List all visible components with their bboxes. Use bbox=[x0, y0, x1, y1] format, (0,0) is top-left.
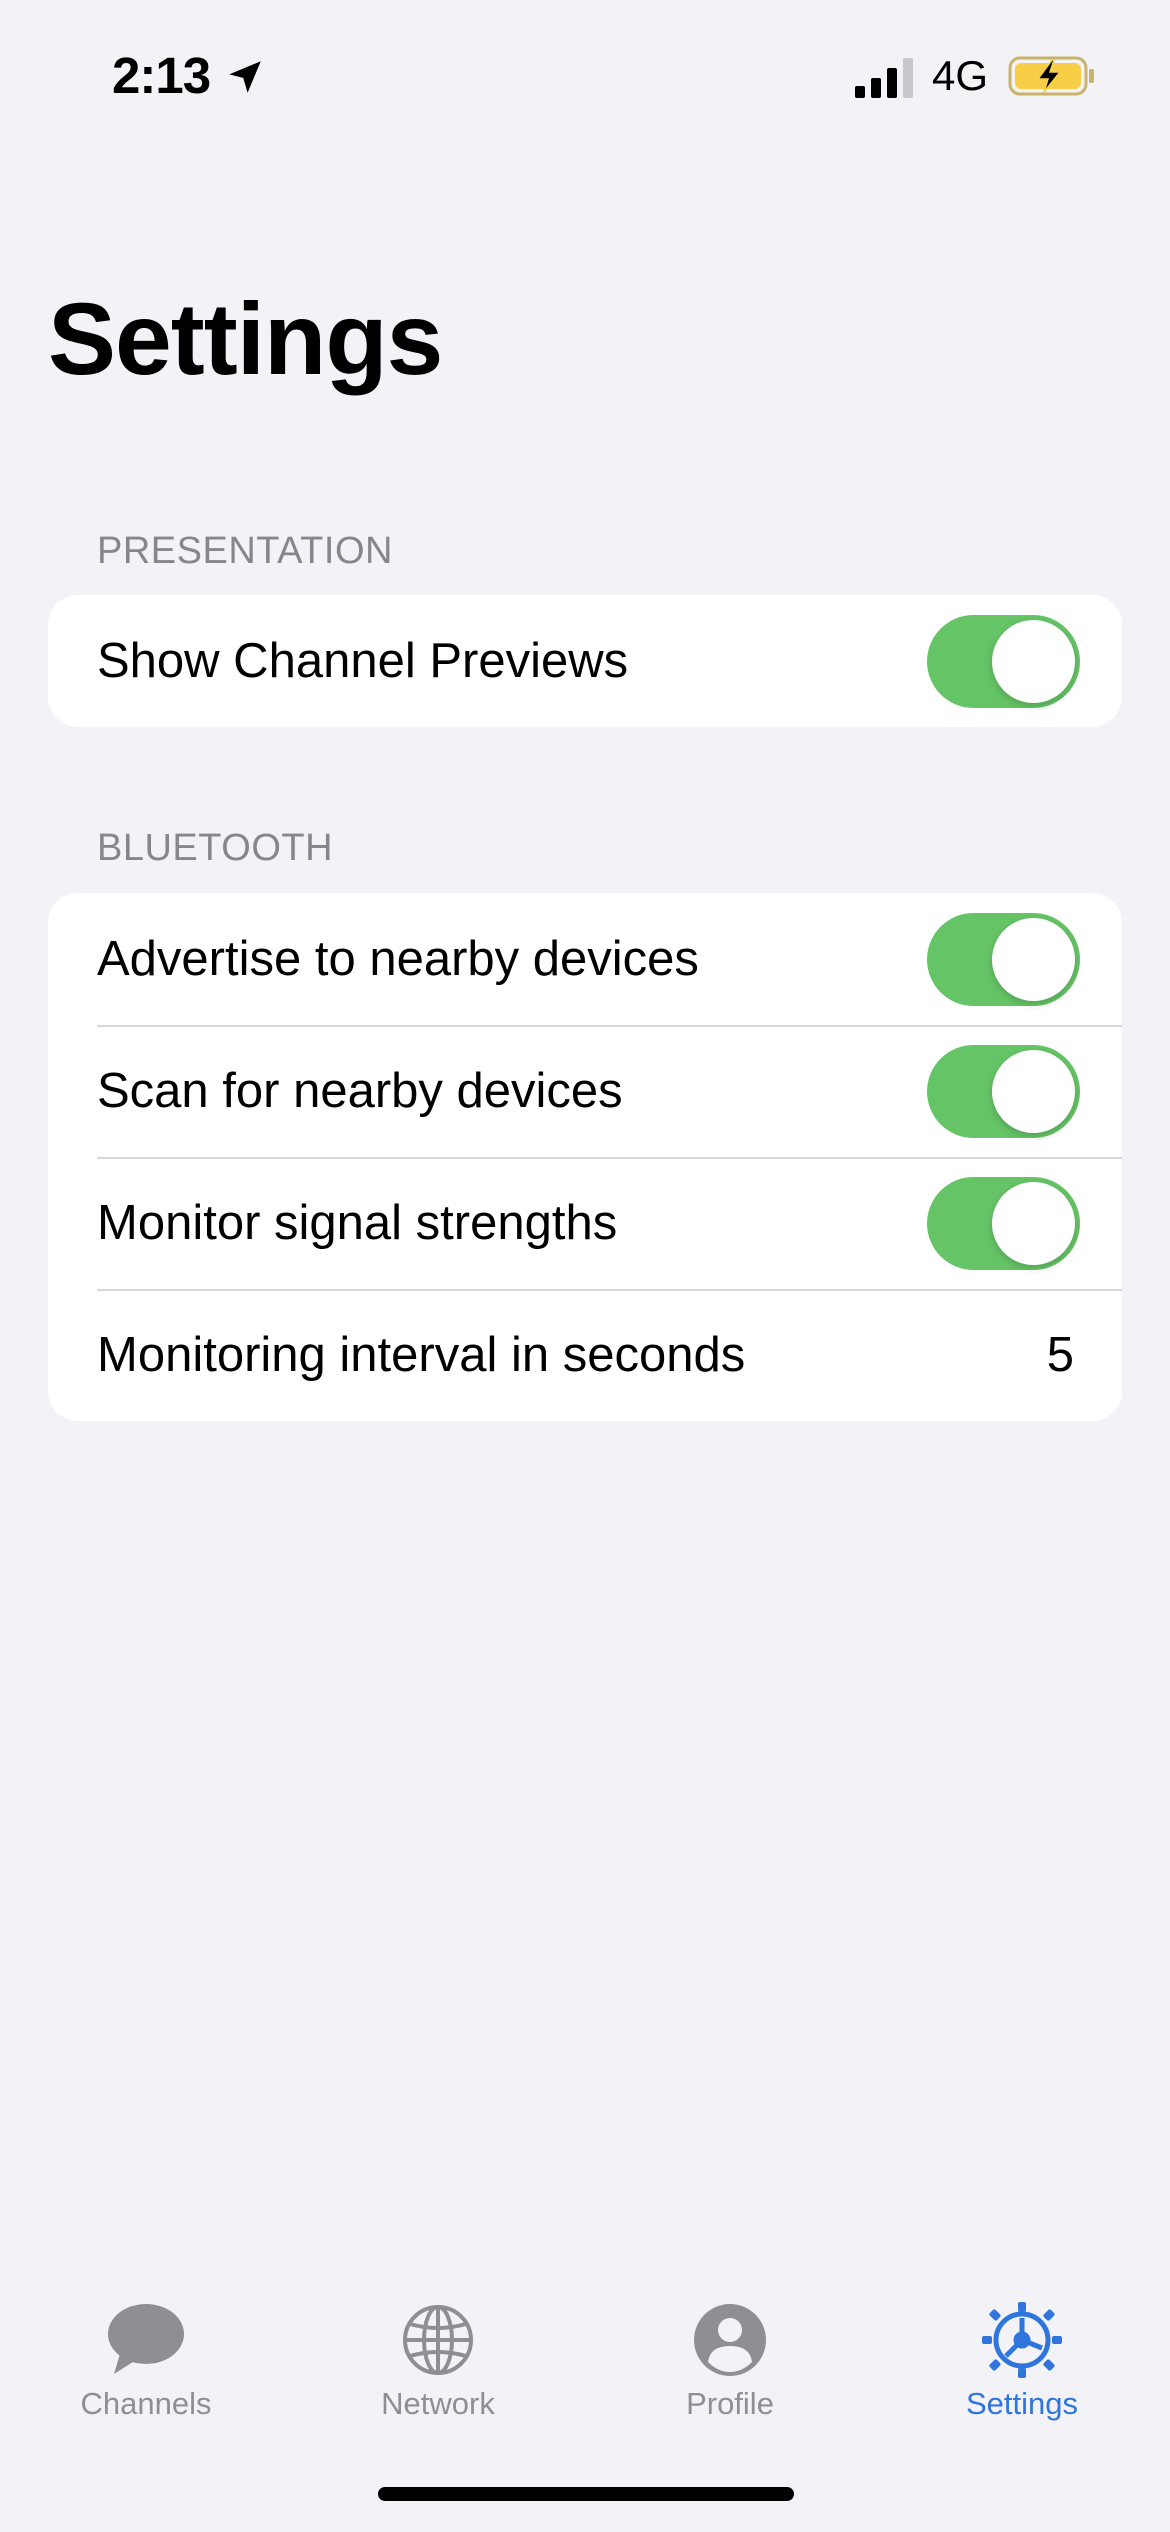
chat-bubble-icon bbox=[108, 2304, 184, 2374]
toggle-knob bbox=[992, 619, 1075, 703]
gear-icon bbox=[982, 2302, 1062, 2378]
globe-icon bbox=[403, 2305, 473, 2375]
cellular-signal-icon bbox=[855, 58, 913, 98]
person-circle-icon bbox=[694, 2304, 766, 2376]
network-type: 4G bbox=[932, 52, 989, 99]
tab-label: Profile bbox=[686, 2386, 774, 2421]
toggle-knob bbox=[992, 917, 1075, 1001]
row-label: Scan for nearby devices bbox=[97, 1064, 623, 1118]
bluetooth-group: Advertise to nearby devices Scan for nea… bbox=[48, 893, 1122, 1421]
row-advertise: Advertise to nearby devices bbox=[48, 893, 1122, 1025]
location-arrow-icon bbox=[229, 61, 261, 93]
toggle-knob bbox=[992, 1181, 1075, 1265]
battery-charging-icon bbox=[1008, 56, 1094, 96]
tab-settings[interactable]: Settings bbox=[876, 2262, 1168, 2442]
tab-label: Settings bbox=[965, 2386, 1078, 2421]
toggle-knob bbox=[992, 1049, 1075, 1133]
row-monitor-signal: Monitor signal strengths bbox=[48, 1157, 1122, 1289]
row-show-channel-previews: Show Channel Previews bbox=[48, 595, 1122, 727]
monitor-signal-toggle[interactable] bbox=[927, 1176, 1080, 1270]
row-label: Advertise to nearby devices bbox=[97, 932, 699, 986]
section-header-presentation: PRESENTATION bbox=[97, 530, 393, 572]
monitoring-interval-value[interactable]: 5 bbox=[1047, 1327, 1074, 1383]
scan-toggle[interactable] bbox=[927, 1044, 1080, 1138]
tab-label: Network bbox=[381, 2386, 495, 2421]
show-channel-previews-toggle[interactable] bbox=[927, 614, 1080, 708]
tab-profile[interactable]: Profile bbox=[584, 2262, 876, 2442]
tab-channels[interactable]: Channels bbox=[0, 2262, 292, 2442]
advertise-toggle[interactable] bbox=[927, 912, 1080, 1006]
row-monitoring-interval[interactable]: Monitoring interval in seconds 5 bbox=[48, 1289, 1122, 1421]
status-time: 2:13 bbox=[112, 47, 211, 104]
row-label: Monitor signal strengths bbox=[97, 1196, 618, 1250]
row-scan: Scan for nearby devices bbox=[48, 1025, 1122, 1157]
presentation-group: Show Channel Previews bbox=[48, 595, 1122, 727]
home-indicator[interactable] bbox=[378, 2487, 794, 2501]
page-title: Settings bbox=[48, 282, 443, 396]
section-header-bluetooth: BLUETOOTH bbox=[97, 827, 334, 869]
tab-label: Channels bbox=[80, 2386, 212, 2421]
status-bar: 2:13 4G bbox=[0, 0, 1170, 150]
tab-network[interactable]: Network bbox=[292, 2262, 584, 2442]
row-label: Show Channel Previews bbox=[97, 634, 629, 688]
row-label: Monitoring interval in seconds bbox=[97, 1328, 746, 1382]
